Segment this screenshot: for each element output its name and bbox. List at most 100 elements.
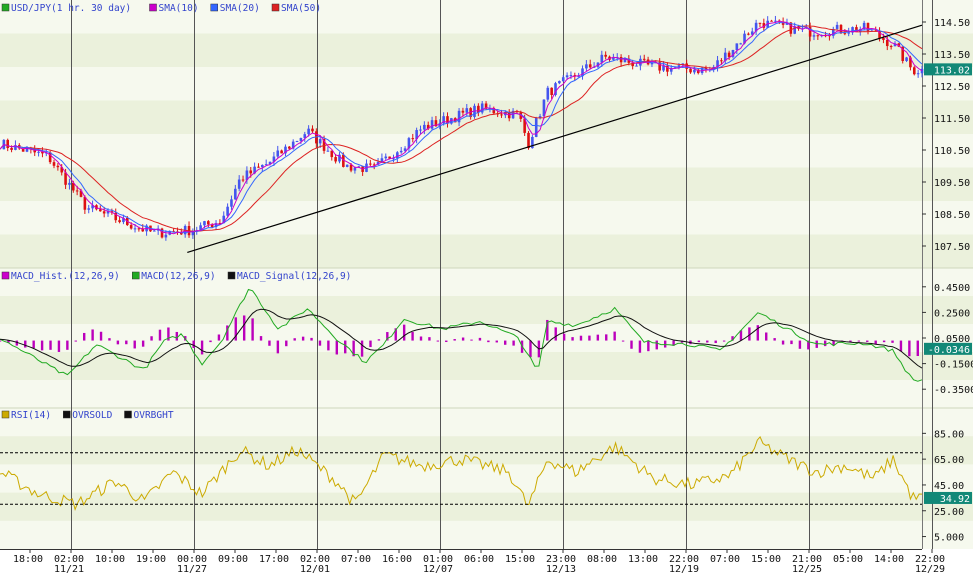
price-candle	[230, 199, 233, 207]
macd-band	[0, 324, 973, 353]
macd-hist-bar	[790, 340, 793, 345]
macd-hist-bar	[108, 338, 111, 341]
macd-hist-bar	[798, 340, 802, 349]
price-candle	[770, 20, 773, 22]
price-candle	[600, 54, 604, 63]
x-tick-label: 15:00	[751, 554, 781, 565]
price-candle	[774, 20, 777, 22]
macd-legend-swatch	[227, 271, 236, 280]
x-tick-label: 16:00	[382, 554, 412, 565]
price-candle	[747, 33, 750, 35]
macd-hist-bar	[57, 340, 61, 352]
macd-hist-bar	[116, 340, 120, 345]
rsi-y-tick-label: 25.00	[934, 507, 964, 518]
price-candle	[280, 150, 283, 154]
price-legend-swatch	[210, 3, 218, 12]
x-tick-label: 09:00	[218, 554, 248, 565]
macd-hist-bar	[891, 340, 894, 343]
rsi-legend-swatch	[124, 410, 132, 419]
price-band	[0, 167, 973, 202]
price-legend-label: SMA(20)	[220, 3, 260, 14]
x-tick-label: 07:00	[710, 554, 740, 565]
macd-hist-bar	[402, 324, 406, 341]
price-candle	[812, 35, 816, 37]
price-candle	[816, 35, 820, 37]
macd-hist-bar	[411, 331, 414, 341]
macd-hist-bar	[453, 339, 456, 341]
macd-y-tick-label: 0.2500	[934, 308, 970, 319]
price-candle	[720, 60, 723, 62]
price-candle	[334, 157, 337, 162]
macd-hist-bar	[504, 340, 507, 345]
macd-hist-bar	[310, 337, 313, 341]
macd-hist-bar	[478, 337, 482, 341]
price-candle	[330, 150, 334, 158]
x-tick-label: 19:00	[136, 554, 166, 565]
macd-hist-bar	[268, 340, 271, 346]
price-candle	[207, 221, 210, 225]
macd-hist-bar	[200, 340, 204, 355]
macd-legend-swatch	[132, 271, 140, 280]
x-tick-label: 18:00	[13, 554, 43, 565]
macd-hist-bar	[66, 340, 69, 350]
macd-hist-bar	[571, 337, 574, 341]
macd-hist-bar	[857, 340, 861, 342]
price-candle	[758, 22, 762, 24]
macd-hist-bar	[141, 340, 145, 347]
price-candle	[56, 165, 60, 168]
price-band	[0, 67, 973, 101]
price-candle	[237, 179, 241, 189]
macd-hist-bar	[722, 340, 726, 342]
price-candle	[345, 164, 349, 167]
macd-hist-bar	[823, 340, 827, 347]
x-tick-label: 05:00	[833, 554, 863, 565]
x-date-label: 12/01	[300, 564, 330, 575]
price-candle	[10, 148, 13, 150]
price-candle	[295, 141, 299, 143]
price-y-tick-label: 112.50	[934, 82, 970, 93]
price-candle	[419, 129, 422, 131]
macd-hist-bar	[259, 336, 263, 341]
x-date-label: 11/27	[177, 564, 207, 575]
price-candle	[326, 150, 330, 152]
price-legend-swatch	[271, 3, 280, 12]
price-candle	[585, 64, 588, 69]
macd-hist-bar	[579, 335, 583, 341]
macd-hist-bar	[554, 327, 557, 341]
macd-hist-bar	[99, 331, 103, 341]
price-candle	[353, 167, 357, 171]
macd-hist-bar	[209, 340, 212, 343]
rsi-y-tick-label: 65.00	[934, 455, 964, 466]
x-date-label: 12/25	[792, 564, 822, 575]
price-legend-label: SMA(50)	[281, 3, 321, 14]
price-candle	[735, 43, 739, 51]
rsi-last-value: 34.92	[940, 494, 970, 505]
macd-hist-bar	[293, 338, 296, 341]
price-candle	[882, 37, 885, 40]
price-last-value: 113.02	[934, 65, 970, 76]
price-candle	[241, 179, 245, 181]
macd-hist-bar	[874, 340, 877, 344]
price-candle	[835, 24, 839, 29]
price-candle	[662, 65, 665, 71]
macd-hist-bar	[781, 340, 785, 345]
macd-hist-bar	[638, 340, 642, 353]
price-candle	[546, 87, 550, 100]
rsi-y-tick-label: 5.000	[934, 533, 964, 544]
macd-hist-bar	[655, 340, 658, 350]
price-candle	[164, 234, 168, 238]
macd-hist-bar	[419, 336, 423, 341]
macd-hist-bar	[125, 340, 128, 345]
price-candle	[588, 64, 592, 68]
macd-hist-bar	[301, 336, 305, 341]
price-legend-swatch	[149, 3, 157, 12]
macd-hist-bar	[335, 340, 339, 355]
macd-y-tick-label: -0.3500	[934, 385, 973, 396]
macd-legend-label: MACD_Hist.(12,26,9)	[11, 271, 120, 282]
price-candle	[276, 150, 280, 157]
price-legend-swatch	[1, 3, 10, 12]
price-candle	[604, 54, 607, 57]
price-candle	[384, 156, 388, 159]
price-candle	[52, 162, 56, 166]
price-candle	[423, 124, 426, 130]
